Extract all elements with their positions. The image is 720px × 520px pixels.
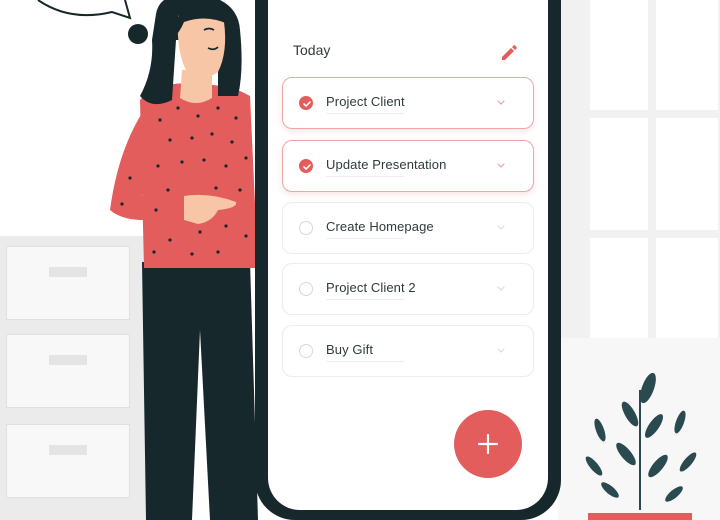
planter — [588, 513, 692, 520]
task-label: Project Client 2 — [326, 280, 416, 295]
task-item[interactable]: Project Client — [282, 77, 534, 129]
plus-icon — [477, 433, 499, 455]
check-icon[interactable] — [299, 159, 313, 173]
chevron-down-icon[interactable] — [496, 222, 506, 232]
task-label: Buy Gift — [326, 342, 374, 357]
task-label: Project Client — [326, 94, 405, 109]
task-item[interactable]: Update Presentation — [282, 140, 534, 192]
task-label: Create Homepage — [326, 219, 434, 234]
plant-illustration — [585, 372, 697, 510]
task-checkbox[interactable] — [299, 221, 313, 235]
task-underline — [326, 113, 404, 114]
background-window — [558, 0, 720, 338]
check-icon[interactable] — [299, 96, 313, 110]
pencil-icon[interactable] — [497, 41, 519, 63]
chevron-down-icon[interactable] — [496, 160, 506, 170]
task-checkbox[interactable] — [299, 344, 313, 358]
chevron-down-icon[interactable] — [496, 97, 506, 107]
page-title: Today — [293, 42, 331, 58]
task-underline — [326, 176, 404, 177]
task-checkbox[interactable] — [299, 282, 313, 296]
chevron-down-icon[interactable] — [496, 345, 506, 355]
chevron-down-icon[interactable] — [496, 283, 506, 293]
task-item[interactable]: Project Client 2 — [282, 263, 534, 315]
illustration-scene: Today Project Client Update Presentation C… — [0, 0, 720, 520]
task-item[interactable]: Buy Gift — [282, 325, 534, 377]
woman-figure — [110, 0, 258, 520]
task-label: Update Presentation — [326, 157, 447, 172]
task-underline — [326, 361, 404, 362]
task-underline — [326, 238, 404, 239]
add-task-button[interactable] — [454, 410, 522, 478]
task-item[interactable]: Create Homepage — [282, 202, 534, 254]
task-underline — [326, 299, 404, 300]
